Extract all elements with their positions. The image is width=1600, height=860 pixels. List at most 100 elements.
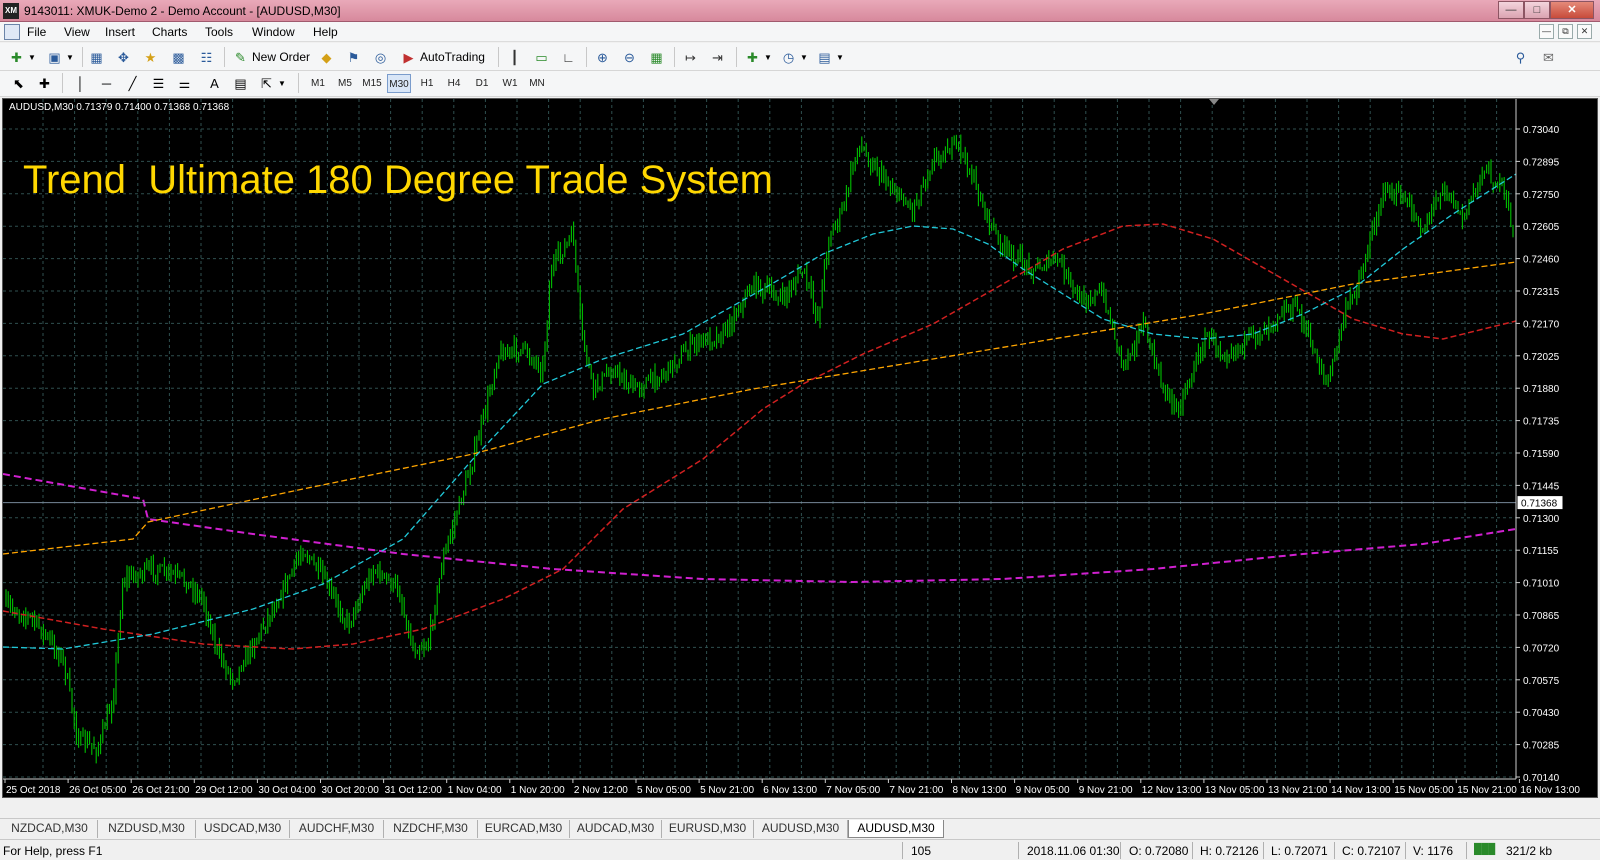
horizontal-line-tool[interactable]: ─ (98, 73, 115, 93)
channel-tool[interactable]: ☰ (150, 73, 167, 93)
autoscroll-button[interactable]: ⇥ (709, 47, 726, 67)
tester-button[interactable]: ☷ (198, 47, 215, 67)
line-chart-button[interactable]: ∟ (560, 47, 577, 67)
window-title: 9143011: XMUK-Demo 2 - Demo Account - [A… (24, 4, 341, 18)
time-tick-label: 15 Nov 21:00 (1457, 785, 1517, 796)
terminal-button[interactable]: ▩ (170, 47, 187, 67)
terminal-icon: ▩ (172, 49, 185, 65)
new-chart-button[interactable]: ✚ ▼ (8, 47, 36, 67)
periods-button[interactable]: ◷ ▼ (780, 47, 808, 67)
signals-button[interactable]: ⚑ (345, 47, 362, 67)
maximize-button[interactable]: □ (1524, 1, 1550, 19)
tab-nzdchf[interactable]: NZDCHF,M30 (384, 820, 478, 838)
cursor-icon: ⬉ (13, 75, 24, 91)
menu-insert[interactable]: Insert (105, 25, 135, 39)
data-window-button[interactable]: ✥ (115, 47, 132, 67)
time-tick-label: 7 Nov 21:00 (889, 785, 943, 796)
price-candles (5, 134, 1514, 764)
chart-shift-button[interactable]: ↦ (682, 47, 699, 67)
price-tick-label: 0.72315 (1523, 287, 1560, 298)
metaeditor-button[interactable]: ◆ (318, 47, 335, 67)
menu-window[interactable]: Window (252, 25, 295, 39)
tab-eurusd[interactable]: EURUSD,M30 (662, 820, 754, 838)
menu-help[interactable]: Help (313, 25, 338, 39)
zoom-in-button[interactable]: ⊕ (594, 47, 611, 67)
tile-windows-button[interactable]: ▦ (648, 47, 665, 67)
text-tool[interactable]: A (206, 73, 223, 93)
status-traffic: 321/2 kb (1506, 844, 1553, 858)
drawing-toolbar: ⬉ ✚ │ ─ ╱ ☰ ⚌ A ▤ ⇱ ▼ M1 M5 M15 M30 H1 H4… (0, 71, 1600, 97)
price-tick-label: 0.72605 (1523, 222, 1560, 233)
chart-symbol-header: AUDUSD,M30 0.71379 0.71400 0.71368 0.713… (9, 102, 230, 113)
mdi-restore-button[interactable]: ⧉ (1558, 24, 1573, 39)
timeframe-m5[interactable]: M5 (333, 74, 357, 93)
timeframe-mn[interactable]: MN (525, 74, 549, 93)
tab-nzdusd[interactable]: NZDUSD,M30 (98, 820, 196, 838)
close-button[interactable]: ✕ (1550, 1, 1594, 19)
crosshair-tool[interactable]: ✚ (36, 73, 53, 93)
vertical-line-tool[interactable]: │ (72, 73, 89, 93)
time-tick-label: 5 Nov 21:00 (700, 785, 754, 796)
tab-audcad[interactable]: AUDCAD,M30 (570, 820, 662, 838)
chart-window-icon[interactable] (4, 24, 20, 40)
autotrading-icon: ▶ (403, 49, 414, 65)
timeframe-m30[interactable]: M30 (387, 74, 411, 93)
mdi-minimize-button[interactable]: — (1539, 24, 1554, 39)
experts-icon: ◎ (374, 49, 387, 65)
search-button[interactable]: ⚲ (1512, 47, 1529, 67)
new-order-icon: ✎ (235, 49, 246, 65)
tab-audusd[interactable]: AUDUSD,M30 (754, 820, 848, 838)
crosshair-tool-icon: ✚ (39, 75, 50, 91)
timeframe-m1[interactable]: M1 (306, 74, 330, 93)
minimize-button[interactable]: — (1498, 1, 1524, 19)
timeframe-w1[interactable]: W1 (498, 74, 522, 93)
search-icon: ⚲ (1515, 49, 1526, 65)
menu-charts[interactable]: Charts (152, 25, 187, 39)
autotrading-button[interactable]: ▶ AutoTrading (400, 47, 485, 67)
experts-button[interactable]: ◎ (372, 47, 389, 67)
timeframe-m15[interactable]: M15 (360, 74, 384, 93)
price-tick-label: 0.70285 (1523, 741, 1560, 752)
timeframe-d1[interactable]: D1 (470, 74, 494, 93)
new-order-button[interactable]: ✎ New Order (232, 47, 310, 67)
price-tick-label: 0.72025 (1523, 352, 1560, 363)
price-tick-label: 0.70575 (1523, 676, 1560, 687)
cursor-tool[interactable]: ⬉ (10, 73, 27, 93)
text-icon: A (210, 75, 219, 91)
templates-button[interactable]: ▤ ▼ (816, 47, 844, 67)
tab-nzdcad[interactable]: NZDCAD,M30 (2, 820, 98, 838)
tab-eurcad[interactable]: EURCAD,M30 (478, 820, 570, 838)
fibonacci-icon: ⚌ (178, 75, 191, 91)
navigator-button[interactable]: ★ (142, 47, 159, 67)
candlestick-button[interactable]: ▭ (533, 47, 550, 67)
menu-view[interactable]: View (64, 25, 90, 39)
fibonacci-tool[interactable]: ⚌ (176, 73, 193, 93)
trendline-tool[interactable]: ╱ (124, 73, 141, 93)
tab-audusd-active[interactable]: AUDUSD,M30 (848, 820, 944, 838)
price-chart[interactable]: 0.73040 0.72895 0.72750 0.72605 0.72460 0.723… (2, 98, 1598, 798)
market-watch-icon: ▦ (90, 49, 103, 65)
status-datetime: 2018.11.06 01:30 (1027, 844, 1120, 858)
ma-long-line (3, 473, 1517, 584)
price-tick-label: 0.71880 (1523, 384, 1560, 395)
timeframe-h1[interactable]: H1 (415, 74, 439, 93)
menu-file[interactable]: File (27, 25, 46, 39)
profiles-button[interactable]: ▣ ▼ (46, 47, 74, 67)
indicator-overlay-title: Trend Ultimate 180 Degree Trade System (23, 158, 773, 202)
time-tick-label: 26 Oct 21:00 (132, 785, 190, 796)
connection-icon: ███ (1474, 844, 1496, 855)
tab-audchf[interactable]: AUDCHF,M30 (290, 820, 384, 838)
mdi-close-button[interactable]: ✕ (1577, 24, 1592, 39)
market-watch-button[interactable]: ▦ (88, 47, 105, 67)
price-tick-label: 0.72750 (1523, 190, 1560, 201)
window-controls: — □ ✕ (1498, 1, 1594, 19)
menu-tools[interactable]: Tools (205, 25, 233, 39)
arrows-tool[interactable]: ⇱ ▼ (258, 73, 286, 93)
timeframe-h4[interactable]: H4 (442, 74, 466, 93)
indicators-button[interactable]: ✚ ▼ (744, 47, 772, 67)
chat-button[interactable]: ✉ (1540, 47, 1557, 67)
zoom-out-button[interactable]: ⊖ (621, 47, 638, 67)
text-label-tool[interactable]: ▤ (232, 73, 249, 93)
bar-chart-button[interactable]: ┃ (506, 47, 523, 67)
tab-usdcad[interactable]: USDCAD,M30 (196, 820, 290, 838)
